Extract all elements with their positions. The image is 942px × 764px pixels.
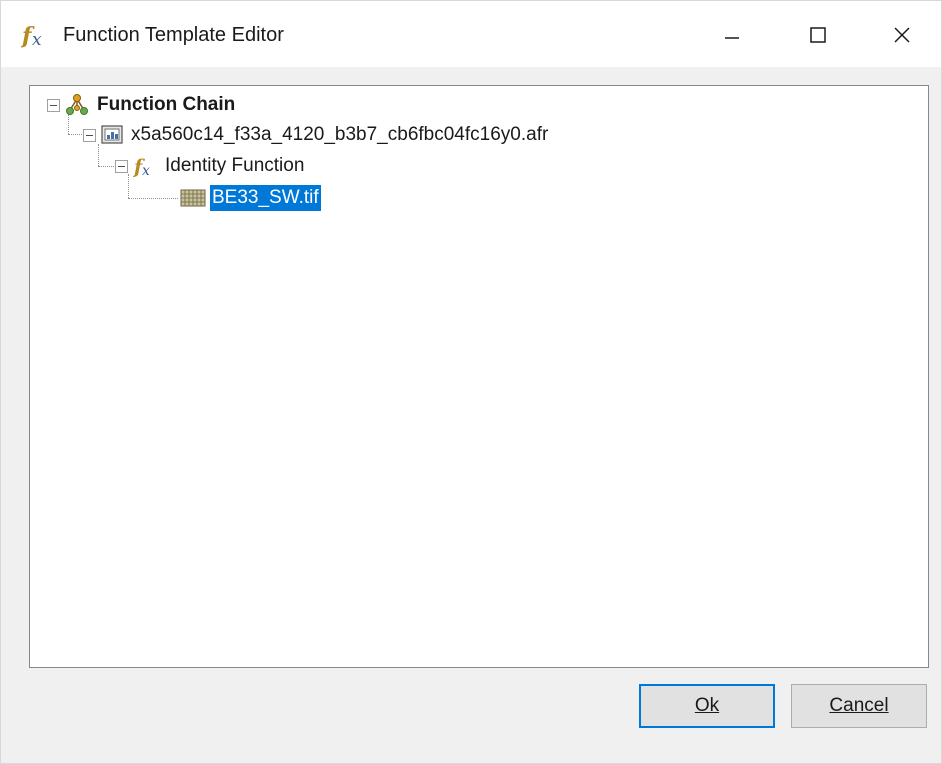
collapse-toggle[interactable]: [115, 159, 128, 173]
tree-node-afr-file[interactable]: x5a560c14_f33a_4120_b3b7_cb6fbc04fc16y0.…: [83, 120, 550, 150]
minimize-icon: [725, 37, 739, 39]
maximize-button[interactable]: [789, 11, 847, 59]
function-chain-tree[interactable]: Function Chain x5a560c14_f33a_4120_b3b7_…: [29, 85, 929, 668]
tree-node-function-chain[interactable]: Function Chain: [47, 90, 237, 120]
tree-node-label-selected: BE33_SW.tif: [210, 185, 321, 211]
svg-text:x: x: [142, 163, 150, 178]
function-fx-icon: f x: [20, 21, 51, 50]
close-icon: [894, 27, 910, 43]
raster-grid-icon: [180, 188, 206, 208]
tree-node-identity-function[interactable]: f x Identity Function: [115, 151, 306, 181]
tree-node-label: Function Chain: [97, 94, 236, 115]
tree-node-tif-file[interactable]: BE33_SW.tif: [180, 183, 321, 213]
tree-node-label: Identity Function: [165, 155, 305, 176]
maximize-icon: [810, 27, 826, 43]
collapse-toggle[interactable]: [47, 98, 60, 112]
close-button[interactable]: [873, 11, 931, 59]
minimize-button[interactable]: [703, 11, 761, 59]
collapse-toggle[interactable]: [83, 128, 96, 142]
title-bar[interactable]: f x Function Template Editor: [1, 1, 941, 67]
ok-button-label: Ok: [694, 695, 720, 716]
tree-connector: [128, 198, 178, 199]
function-fx-icon: f x: [133, 154, 157, 178]
ok-button[interactable]: Ok: [639, 684, 775, 728]
cancel-button[interactable]: Cancel: [791, 684, 927, 728]
svg-text:x: x: [32, 30, 42, 49]
raster-file-icon: [101, 125, 123, 145]
window-title: Function Template Editor: [63, 24, 284, 46]
hierarchy-chain-icon: [65, 93, 89, 117]
cancel-button-label: Cancel: [829, 695, 889, 716]
function-template-editor-window: f x Function Template Editor Function Ch…: [0, 0, 942, 764]
tree-node-label: x5a560c14_f33a_4120_b3b7_cb6fbc04fc16y0.…: [131, 124, 549, 145]
